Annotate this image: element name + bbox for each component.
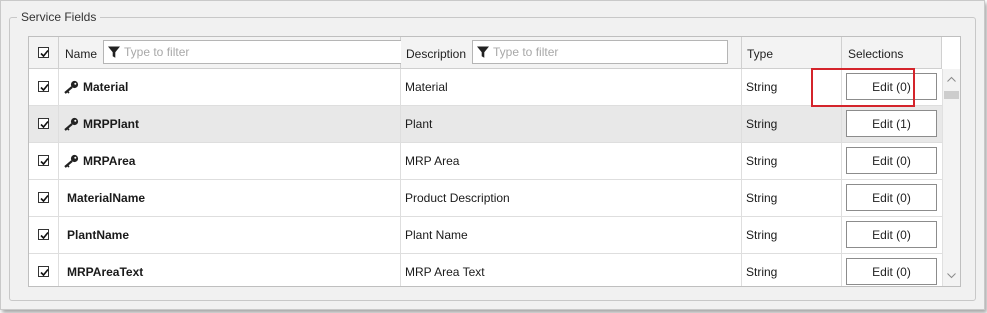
table-row[interactable]: MRPArea MRP Area String Edit (0) bbox=[29, 143, 942, 180]
header-description-label: Description bbox=[406, 47, 467, 61]
description-cell: MRP Area bbox=[401, 143, 742, 179]
table-row[interactable]: Material Material String Edit (0) bbox=[29, 69, 942, 106]
type-cell: String bbox=[742, 69, 842, 105]
description-cell: Product Description bbox=[401, 180, 742, 216]
name-cell: MaterialName bbox=[59, 180, 401, 216]
table-row[interactable]: MRPPlant Plant String Edit (1) bbox=[29, 106, 942, 143]
table-row[interactable]: MaterialName Product Description String … bbox=[29, 180, 942, 217]
field-type: String bbox=[746, 117, 778, 131]
name-cell: MRPArea bbox=[59, 143, 401, 179]
field-description: MRP Area bbox=[405, 154, 460, 168]
field-description: MRP Area Text bbox=[405, 265, 485, 279]
key-icon bbox=[64, 117, 79, 131]
description-cell: Plant Name bbox=[401, 217, 742, 253]
row-checkbox[interactable] bbox=[38, 266, 49, 277]
description-cell: Plant bbox=[401, 106, 742, 142]
chevron-up-icon[interactable] bbox=[943, 71, 960, 88]
row-checkbox-cell bbox=[29, 254, 59, 286]
chevron-down-icon[interactable] bbox=[943, 267, 960, 284]
header-description: Description Type to filter bbox=[401, 37, 742, 69]
table-row[interactable]: PlantName Plant Name String Edit (0) bbox=[29, 217, 942, 254]
groupbox-title: Service Fields bbox=[17, 10, 101, 24]
type-cell: String bbox=[742, 217, 842, 253]
field-description: Plant Name bbox=[405, 228, 468, 242]
selections-cell: Edit (0) bbox=[842, 217, 942, 253]
type-cell: String bbox=[742, 143, 842, 179]
field-description: Plant bbox=[405, 117, 433, 131]
row-checkbox[interactable] bbox=[38, 229, 49, 240]
row-checkbox-cell bbox=[29, 217, 59, 253]
name-filter-placeholder: Type to filter bbox=[124, 45, 190, 59]
edit-selections-button[interactable]: Edit (1) bbox=[846, 110, 937, 137]
header-name: Name Type to filter bbox=[59, 37, 417, 69]
field-type: String bbox=[746, 154, 778, 168]
field-name: MRPArea bbox=[83, 154, 136, 168]
key-icon bbox=[64, 154, 79, 168]
name-cell: MRPAreaText bbox=[59, 254, 401, 286]
name-cell: Material bbox=[59, 69, 401, 105]
edit-selections-button[interactable]: Edit (0) bbox=[846, 221, 937, 248]
funnel-filter-icon bbox=[108, 46, 120, 58]
field-type: String bbox=[746, 191, 778, 205]
name-cell: MRPPlant bbox=[59, 106, 401, 142]
row-checkbox-cell bbox=[29, 106, 59, 142]
header-selections-label: Selections bbox=[848, 47, 904, 61]
header-checkbox-cell bbox=[29, 37, 59, 69]
description-filter-placeholder: Type to filter bbox=[493, 45, 559, 59]
name-cell: PlantName bbox=[59, 217, 401, 253]
edit-selections-button[interactable]: Edit (0) bbox=[846, 184, 937, 211]
type-cell: String bbox=[742, 254, 842, 286]
type-cell: String bbox=[742, 106, 842, 142]
header-name-label: Name bbox=[65, 47, 98, 61]
field-name: MRPAreaText bbox=[67, 265, 144, 279]
selections-cell: Edit (0) bbox=[842, 254, 942, 286]
row-checkbox[interactable] bbox=[38, 192, 49, 203]
row-checkbox-cell bbox=[29, 143, 59, 179]
row-checkbox[interactable] bbox=[38, 155, 49, 166]
name-filter-input[interactable]: Type to filter bbox=[103, 40, 417, 64]
header-selections: Selections bbox=[842, 37, 942, 69]
type-cell: String bbox=[742, 180, 842, 216]
field-name: MRPPlant bbox=[83, 117, 140, 131]
selections-cell: Edit (1) bbox=[842, 106, 942, 142]
field-name: MaterialName bbox=[67, 191, 146, 205]
select-all-checkbox[interactable] bbox=[38, 47, 49, 58]
key-icon bbox=[64, 80, 79, 94]
edit-selections-button[interactable]: Edit (0) bbox=[846, 258, 937, 285]
row-checkbox[interactable] bbox=[38, 81, 49, 92]
service-fields-grid: Name Type to filter Description Type to … bbox=[28, 36, 961, 287]
field-description: Material bbox=[405, 80, 448, 94]
row-checkbox[interactable] bbox=[38, 118, 49, 129]
header-type-label: Type bbox=[747, 47, 774, 61]
row-checkbox-cell bbox=[29, 180, 59, 216]
row-checkbox-cell bbox=[29, 69, 59, 105]
scrollbar-thumb[interactable] bbox=[944, 91, 959, 99]
edit-selections-button[interactable]: Edit (0) bbox=[846, 147, 937, 174]
selections-cell: Edit (0) bbox=[842, 69, 942, 105]
field-name: PlantName bbox=[67, 228, 130, 242]
description-filter-input[interactable]: Type to filter bbox=[472, 40, 728, 64]
edit-selections-button[interactable]: Edit (0) bbox=[846, 73, 937, 100]
field-type: String bbox=[746, 265, 778, 279]
field-description: Product Description bbox=[405, 191, 510, 205]
vertical-scrollbar[interactable] bbox=[942, 69, 960, 286]
selections-cell: Edit (0) bbox=[842, 143, 942, 179]
funnel-filter-icon bbox=[477, 46, 489, 58]
description-cell: Material bbox=[401, 69, 742, 105]
field-type: String bbox=[746, 228, 778, 242]
table-row[interactable]: MRPAreaText MRP Area Text String Edit (0… bbox=[29, 254, 942, 286]
field-type: String bbox=[746, 80, 778, 94]
selections-cell: Edit (0) bbox=[842, 180, 942, 216]
header-type: Type bbox=[742, 37, 842, 69]
field-name: Material bbox=[83, 80, 129, 94]
service-fields-panel: Service Fields Name Type to filter Descr… bbox=[0, 0, 985, 310]
description-cell: MRP Area Text bbox=[401, 254, 742, 286]
